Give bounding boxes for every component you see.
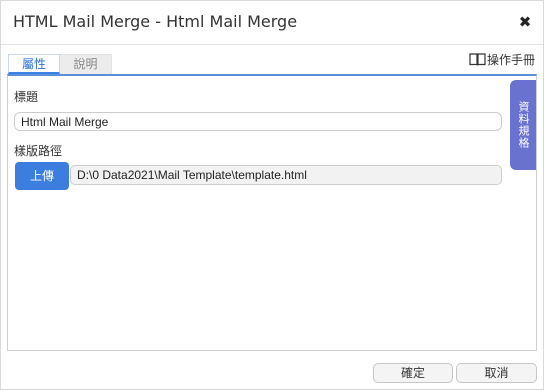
ok-button[interactable]: 確定 [373,363,453,383]
data-spec-side-tab[interactable]: 資料規格 [510,80,536,170]
cancel-button[interactable]: 取消 [456,363,537,383]
properties-panel: 標題 樣版路徑 上傳 [7,74,537,351]
dialog-title: HTML Mail Merge - Html Mail Merge [13,12,298,31]
title-input[interactable] [14,112,502,131]
close-button[interactable]: ✖ [517,13,533,31]
book-icon [469,53,486,66]
title-field-label: 標題 [14,90,39,104]
template-path-label: 樣版路徑 [14,144,63,158]
manual-label: 操作手冊 [486,52,535,67]
manual-link[interactable]: 操作手冊 [469,51,535,67]
template-path-input[interactable] [70,165,502,185]
tab-properties[interactable]: 屬性 [8,54,60,74]
data-spec-label: 資料規格 [517,101,530,149]
tab-description[interactable]: 說明 [60,54,112,74]
title-bar: HTML Mail Merge - Html Mail Merge ✖ [1,1,543,45]
close-icon: ✖ [518,13,532,31]
upload-button[interactable]: 上傳 [15,162,69,190]
dialog: HTML Mail Merge - Html Mail Merge ✖ 操作手冊… [0,0,544,390]
tab-bar: 屬性 說明 [8,54,112,74]
